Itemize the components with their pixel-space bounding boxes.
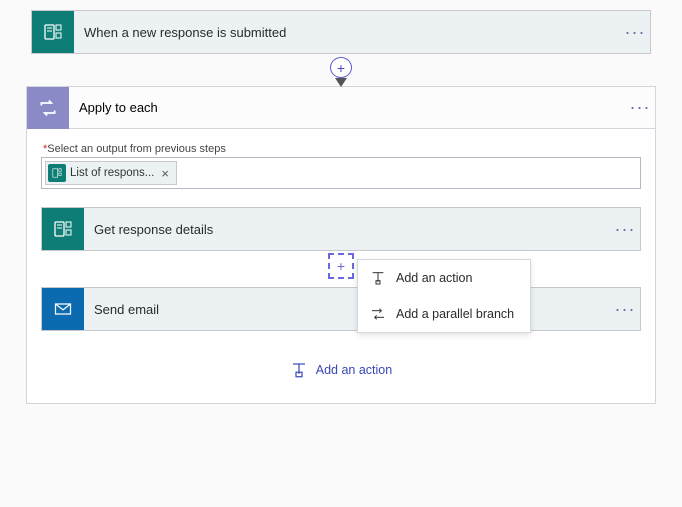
token-label: List of respons... [70,167,154,179]
apply-to-each-body: *Select an output from previous steps Li… [27,129,655,403]
add-action-link[interactable]: Add an action [290,361,392,379]
loop-icon [27,87,69,129]
step-more-button[interactable]: ··· [610,219,640,240]
menu-add-parallel-label: Add a parallel branch [396,307,514,321]
step-get-response-details[interactable]: Get response details ··· [41,207,641,251]
trigger-title: When a new response is submitted [74,25,620,40]
menu-add-action[interactable]: Add an action [358,260,530,296]
parallel-branch-icon [370,306,386,322]
output-label-text: Select an output from previous steps [47,143,226,155]
token-list-of-responses: List of respons... × [45,161,177,185]
output-field-label: *Select an output from previous steps [43,143,226,155]
connector: + Add an action [41,251,641,287]
output-token-input[interactable]: List of respons... × [41,157,641,189]
step-send-email[interactable]: Send email ··· [41,287,641,331]
trigger-more-button[interactable]: ··· [620,22,650,43]
step-title: Get response details [84,222,610,237]
step-title: Send email [84,302,610,317]
step-more-button[interactable]: ··· [610,299,640,320]
flow-canvas: When a new response is submitted ··· + A… [0,10,682,404]
insert-menu-popup: Add an action Add a parallel branch [357,259,531,333]
arrow-down-icon [335,78,347,87]
apply-to-each-more-button[interactable]: ··· [625,97,655,118]
trigger-card[interactable]: When a new response is submitted ··· [31,10,651,54]
forms-icon [48,164,66,182]
mail-icon [42,288,84,330]
apply-to-each-container: Apply to each ··· *Select an output from… [26,86,656,404]
forms-icon [42,208,84,250]
menu-add-parallel-branch[interactable]: Add a parallel branch [358,296,530,332]
apply-to-each-header[interactable]: Apply to each ··· [27,87,655,129]
insert-step-button[interactable]: + [330,57,352,78]
menu-add-action-label: Add an action [396,271,472,285]
connector: + [330,54,352,86]
add-action-icon [290,361,308,379]
insert-step-button-active[interactable]: + [328,253,354,279]
apply-to-each-title: Apply to each [69,100,625,115]
add-action-icon [370,270,386,286]
token-remove-button[interactable]: × [158,166,172,181]
forms-icon [32,11,74,53]
add-action-label: Add an action [316,363,392,377]
